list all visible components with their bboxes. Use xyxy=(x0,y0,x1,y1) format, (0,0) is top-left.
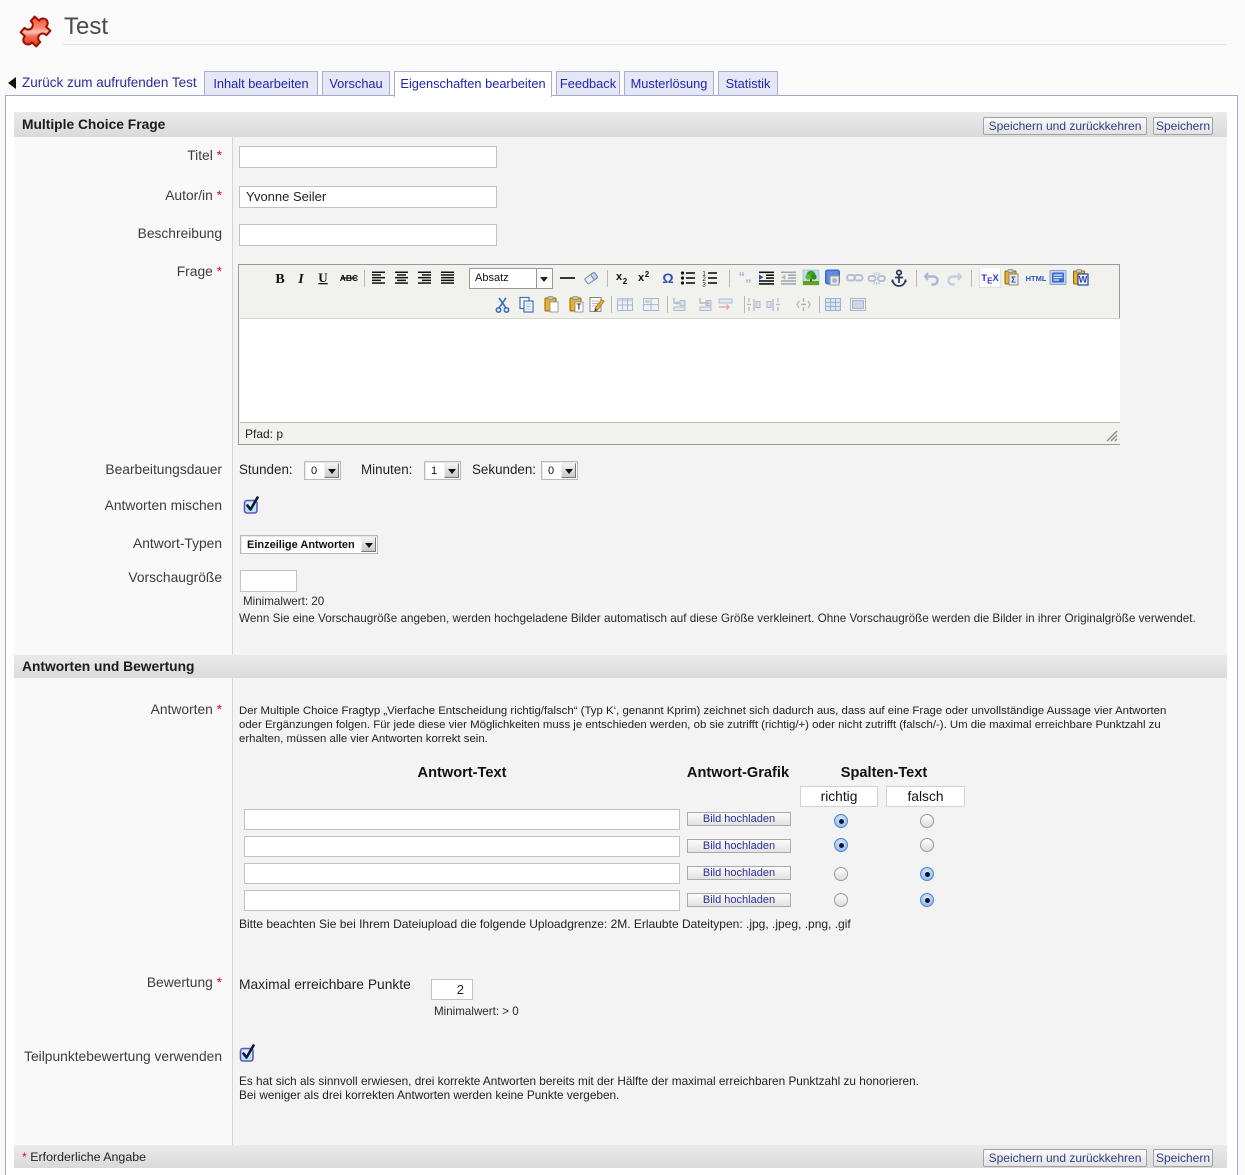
svg-text:T: T xyxy=(577,303,582,312)
svg-text:“„: “„ xyxy=(739,269,752,284)
svg-text:B: B xyxy=(275,272,284,287)
svg-text:Σ: Σ xyxy=(1011,276,1016,285)
svg-text:3: 3 xyxy=(702,282,706,289)
svg-text:U: U xyxy=(318,270,328,285)
svg-text:2: 2 xyxy=(623,277,628,286)
svg-text:W: W xyxy=(1079,275,1088,285)
svg-text:I: I xyxy=(297,272,304,287)
svg-text:Ω: Ω xyxy=(662,270,673,286)
svg-text:HTML: HTML xyxy=(1026,274,1046,283)
svg-text:2: 2 xyxy=(645,270,650,279)
